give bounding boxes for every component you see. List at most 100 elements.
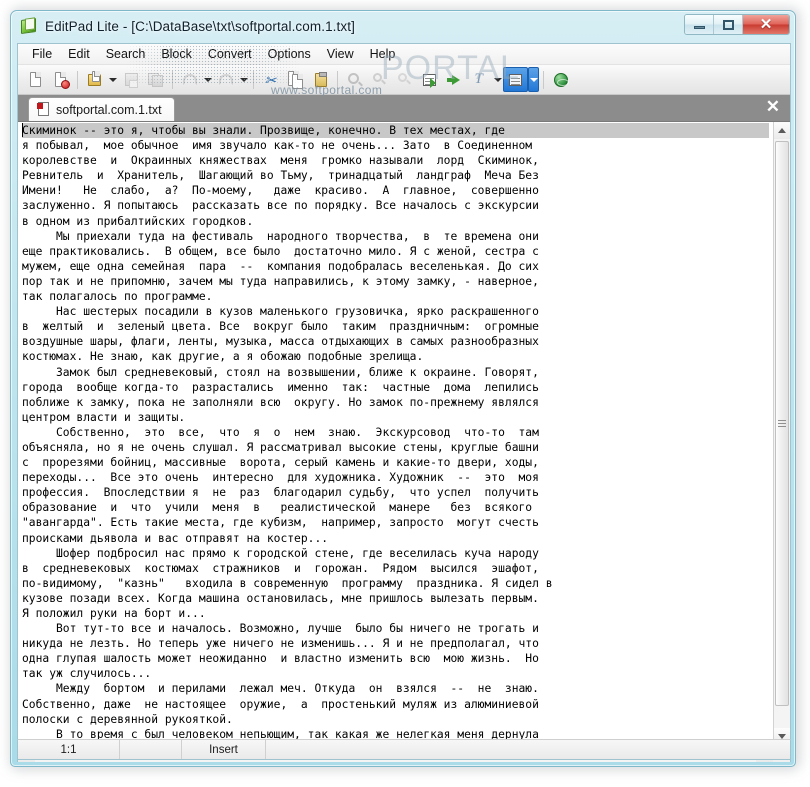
editor-line: Собственно, это все, что я о нем знаю. Э… [22,425,539,439]
minimize-icon [693,26,705,29]
status-bar: 1:1 Insert [17,739,791,760]
editor-line: "авангарда". Есть такие места, где кубиз… [22,516,539,530]
find-icon [346,71,364,89]
redo-button[interactable] [213,67,238,92]
scroll-up-arrow [778,128,786,133]
menu-search[interactable]: Search [98,45,154,64]
scroll-up-button[interactable] [774,122,790,139]
editor-line: воздушные шары, флаги, ленты, музыка, ма… [22,335,539,349]
open-file-button[interactable] [82,67,107,92]
cut-icon: ✂ [264,71,277,88]
editor-line: центром власти и защиты. [22,410,186,424]
editor-line: в желтый и зеленый цвета. Все вокруг был… [22,320,539,334]
insert-button[interactable] [442,67,467,92]
go-to-line-button[interactable] [417,67,442,92]
save-file-button[interactable] [118,67,143,92]
menu-help[interactable]: Help [362,45,404,64]
toolbar-separator [337,70,338,89]
font-dropdown[interactable] [492,67,503,92]
paste-button[interactable] [308,67,333,92]
editor-line: Собственно, даже не настоящее оружие, а … [22,697,539,711]
menu-view[interactable]: View [319,45,362,64]
editor-line: я побывал, мое обычное имя звучало как-т… [22,139,533,153]
undo-icon [181,71,199,89]
chevron-down-icon [203,77,212,82]
menu-edit[interactable]: Edit [60,45,98,64]
vertical-scroll-track[interactable] [774,139,790,728]
tab-strip: softportal.com.1.txt ✕ [18,95,790,121]
save-all-button[interactable] [143,67,168,92]
text-area[interactable]: Скиминок -- это я, чтобы вы знали. Прозв… [18,122,773,745]
redo-dropdown[interactable] [238,67,249,92]
insert-mode-cell[interactable]: Insert [182,740,266,759]
editor-line: по-видимому, "казнь" входила в современн… [22,576,553,590]
editor-line: происками дьявола и вас отправят на кост… [22,531,329,545]
editor-line: Шофер подбросил нас прямо к городской ст… [22,546,539,560]
find-next-button[interactable] [367,67,392,92]
editor-line: переходы... Все это очень интересно для … [22,471,539,485]
browser-button[interactable] [548,67,573,92]
editor-line: Нас шестерых посадили в кузов маленького… [22,305,539,319]
copy-button[interactable] [283,67,308,92]
print-icon [507,71,525,89]
undo-button[interactable] [177,67,202,92]
editor-line: полоски с деревянной рукояткой. [22,712,233,726]
editor-line: заслуженно. Я попытаюсь рассказать все п… [22,199,539,213]
vertical-scroll-thumb[interactable] [775,141,789,707]
editor-pane: Скиминок -- это я, чтобы вы знали. Прозв… [18,121,790,762]
editor-row: Скиминок -- это я, чтобы вы знали. Прозв… [18,122,790,745]
replace-button[interactable] [392,67,417,92]
print-button[interactable] [503,67,528,92]
print-dropdown[interactable] [528,67,539,92]
editor-line: королевстве и Окраинных княжествах меня … [22,154,539,168]
toolbar-separator [172,70,173,89]
editor-line: Я положил руки на борт и... [22,607,206,620]
editor-line: Замок был средневековый, стоял на возвыш… [22,365,539,379]
editor-line: поближе к замку, пока не заполняли всю о… [22,395,539,409]
text-caret [22,123,23,137]
maximize-icon [722,19,734,30]
redo-icon [217,71,235,89]
copy-icon [287,70,305,89]
menu-options[interactable]: Options [260,45,319,64]
maximize-button[interactable] [714,15,743,34]
menu-block[interactable]: Block [153,45,200,64]
editpad-document-icon [20,17,38,35]
new-file-icon [27,71,45,89]
tab-label: softportal.com.1.txt [56,102,162,117]
status-filler-cell [266,740,790,759]
minimize-button[interactable] [685,15,714,34]
scroll-thumb-grip [778,420,786,428]
paste-icon [312,71,330,89]
cut-button[interactable]: ✂ [258,67,283,92]
editor-line: Ревнитель и Хранитель, Шагающий во Тьму,… [22,169,539,183]
chevron-down-icon [493,77,502,82]
close-window-button[interactable]: ✕ [743,15,789,34]
cursor-position-cell: 1:1 [18,740,120,759]
menu-file[interactable]: File [24,45,60,64]
open-file-dropdown[interactable] [107,67,118,92]
window-title: EditPad Lite - [C:\DataBase\txt\softport… [45,18,355,34]
vertical-scrollbar[interactable] [773,122,790,745]
chevron-down-icon [529,77,538,82]
undo-dropdown[interactable] [202,67,213,92]
save-all-icon [147,71,165,89]
menu-bar: File Edit Search Block Convert Options V… [18,44,790,65]
editor-line: Скиминок -- это я, чтобы вы знали. Прозв… [22,123,769,139]
close-file-button[interactable] [48,67,73,92]
menu-convert[interactable]: Convert [200,45,260,64]
editor-line: в средневековых костюмах стражников и го… [22,561,539,575]
font-button[interactable]: T [467,67,492,92]
chevron-down-icon [239,77,248,82]
tab-softportal-com-1-txt[interactable]: softportal.com.1.txt [28,97,175,121]
find-button[interactable] [342,67,367,92]
editor-line: Имени! Не слабо, а? По-моему, даже краси… [22,184,539,198]
title-bar[interactable]: EditPad Lite - [C:\DataBase\txt\softport… [11,11,795,41]
editor-line: пор так и не припомню, зачем мы туда нап… [22,274,539,288]
toolbar-separator [543,70,544,89]
toolbar: ✂ T [18,65,790,95]
editor-line: профессия. Впоследствии я не раз благода… [22,486,539,500]
close-tab-button[interactable]: ✕ [766,98,780,115]
application-window: EditPad Lite - [C:\DataBase\txt\softport… [10,10,796,767]
new-file-button[interactable] [23,67,48,92]
